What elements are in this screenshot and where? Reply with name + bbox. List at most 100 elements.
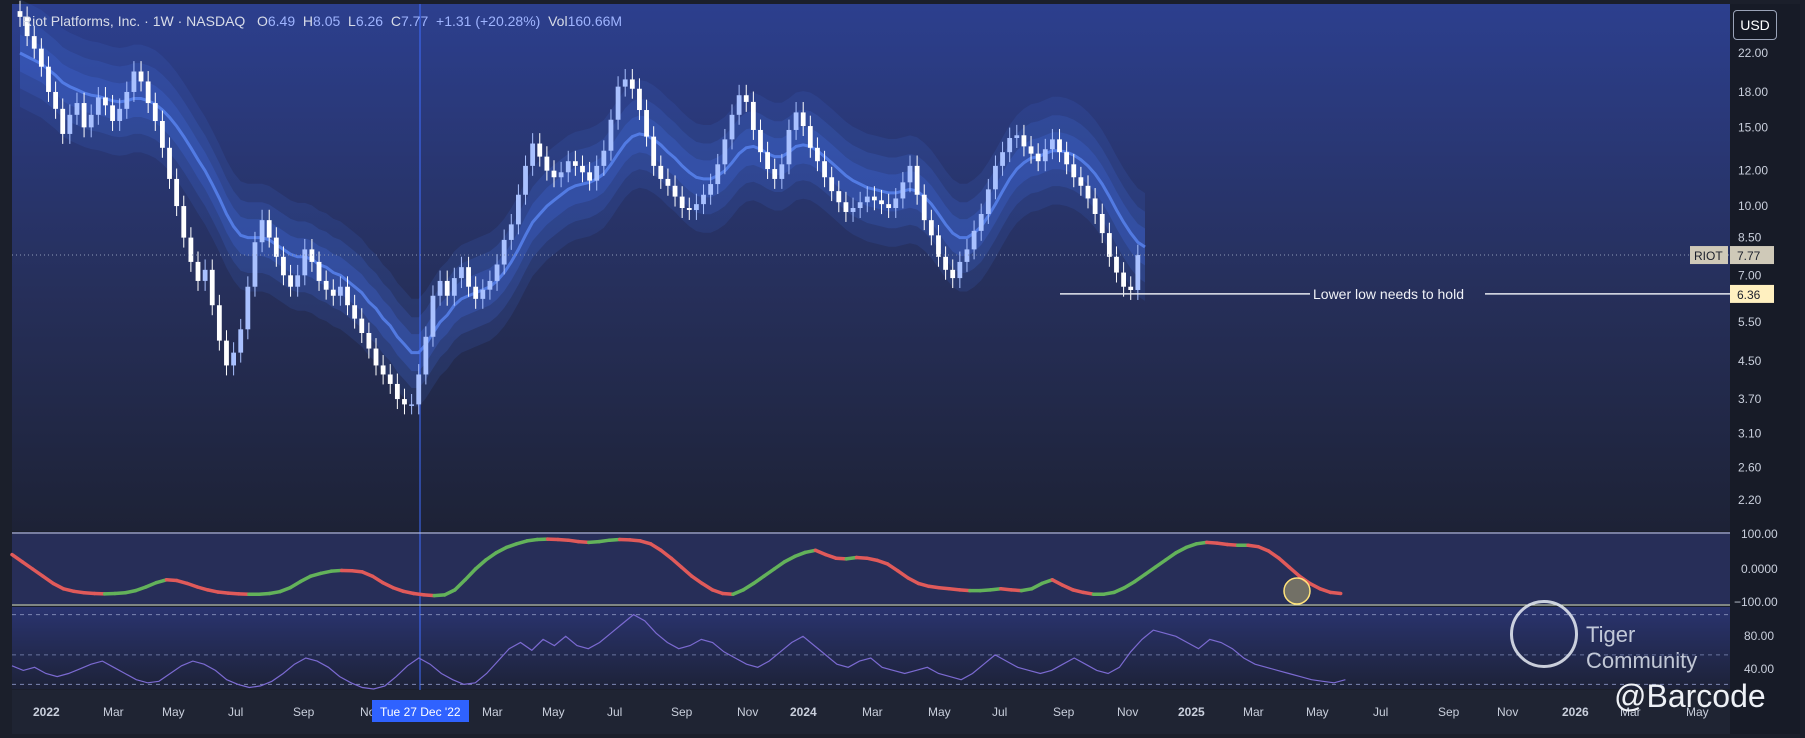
- candle-body: [209, 269, 215, 306]
- candle-body: [857, 202, 863, 209]
- exchange-label: NASDAQ: [186, 13, 246, 29]
- candle-body: [921, 194, 927, 221]
- candle-body: [1071, 164, 1077, 178]
- time-tick: May: [928, 705, 951, 719]
- candle-body: [451, 278, 457, 296]
- candle-body: [1007, 137, 1013, 153]
- candle-body: [117, 108, 123, 121]
- candle-body: [686, 208, 692, 210]
- candle-body: [1021, 135, 1027, 147]
- candle-body: [95, 97, 101, 115]
- time-tick: May: [1306, 705, 1329, 719]
- candle-body: [259, 220, 265, 243]
- candle-body: [288, 275, 293, 287]
- candle-body: [558, 172, 564, 178]
- candle-body: [473, 286, 479, 299]
- candle-body: [138, 71, 144, 82]
- candle-body: [879, 200, 884, 205]
- time-tick: Mar: [103, 705, 124, 719]
- time-tick: Jul: [607, 705, 622, 719]
- candle-body: [110, 105, 115, 121]
- candle-body: [601, 150, 607, 166]
- crosshair-date-label: Tue 27 Dec '22: [380, 705, 461, 719]
- candle-body: [316, 261, 322, 281]
- time-tick: 2025: [1178, 705, 1205, 719]
- candle-body: [437, 280, 443, 296]
- candle-body: [494, 264, 500, 281]
- candle-body: [551, 170, 557, 178]
- candle-body: [231, 352, 236, 366]
- candle-body: [807, 126, 813, 148]
- time-tick: Sep: [671, 705, 693, 719]
- candle-body: [900, 182, 906, 199]
- candle-body: [729, 114, 735, 140]
- candle-body: [188, 237, 194, 262]
- candle-body: [1014, 135, 1020, 138]
- open-label: O: [256, 13, 268, 29]
- candle-body: [167, 147, 172, 179]
- candle-body: [985, 189, 991, 214]
- candle-body: [815, 147, 820, 162]
- candle-body: [195, 261, 201, 281]
- candle-body: [993, 165, 998, 190]
- candle-body: [245, 286, 251, 330]
- candle-body: [758, 129, 763, 153]
- candle-body: [850, 208, 856, 212]
- close-value: 7.77: [401, 13, 429, 29]
- candle-body: [202, 269, 208, 281]
- candle-body: [323, 280, 329, 290]
- time-tick: Nov: [1497, 705, 1518, 719]
- riot-symbol-label: RIOT: [1694, 249, 1723, 263]
- open-value: 6.49: [267, 13, 296, 29]
- high-value: 8.05: [313, 13, 341, 29]
- candle-body: [380, 365, 386, 375]
- candle-body: [679, 196, 685, 209]
- candle-body: [1078, 177, 1084, 186]
- time-tick: May: [162, 705, 185, 719]
- candle-body: [644, 110, 649, 137]
- candle-body: [238, 329, 244, 353]
- candle-body: [67, 114, 73, 134]
- candle-body: [1035, 153, 1041, 162]
- candle-body: [587, 172, 592, 181]
- candle-body: [281, 256, 286, 276]
- candle-body: [416, 374, 422, 405]
- candle-body: [872, 196, 877, 201]
- candle-body: [523, 165, 528, 195]
- candle-body: [530, 143, 536, 166]
- time-tick: Mar: [1243, 705, 1264, 719]
- interval-label[interactable]: 1W: [153, 13, 174, 29]
- candle-body: [224, 340, 229, 366]
- low-label: L: [348, 13, 356, 29]
- candle-body: [622, 79, 628, 87]
- time-tick: May: [542, 705, 565, 719]
- time-tick: Sep: [1438, 705, 1460, 719]
- candle-body: [1121, 272, 1126, 287]
- time-tick: Sep: [1053, 705, 1075, 719]
- price-tick: 15.00: [1738, 120, 1768, 134]
- candle-body: [516, 194, 521, 225]
- candle-body: [964, 249, 970, 262]
- candle-body: [594, 165, 600, 181]
- rsi-tick: 80.00: [1744, 629, 1774, 643]
- symbol-name[interactable]: Riot Platforms, Inc.: [22, 13, 140, 29]
- candle-body: [907, 165, 913, 183]
- candle-body: [1085, 185, 1091, 199]
- high-label: H: [302, 13, 314, 29]
- candle-body: [800, 112, 806, 127]
- candle-body: [793, 112, 799, 130]
- candle-body: [736, 95, 742, 115]
- candle-body: [402, 399, 407, 405]
- candle-body: [765, 152, 770, 170]
- candle-body: [943, 256, 948, 270]
- candle-body: [1050, 139, 1055, 150]
- price-tick: 3.70: [1738, 392, 1762, 406]
- candle-body: [708, 184, 714, 195]
- candle-body: [544, 156, 550, 171]
- candle-body: [701, 194, 706, 205]
- candle-body: [843, 202, 849, 212]
- support-price-label: 6.36: [1737, 288, 1761, 302]
- currency-button[interactable]: USD: [1733, 10, 1777, 40]
- candle-body: [31, 36, 37, 49]
- candle-body: [1028, 146, 1034, 154]
